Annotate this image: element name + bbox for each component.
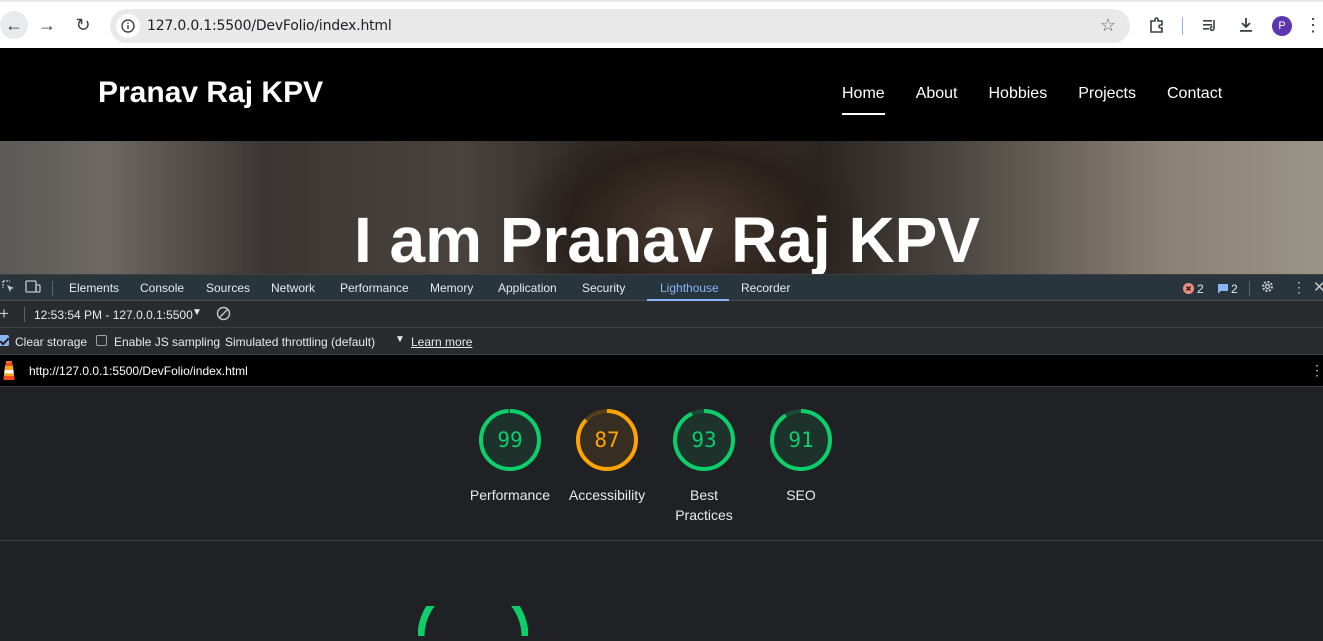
score-gauge-performance[interactable]: 99 Performance	[464, 407, 556, 505]
devtools-tab-bar: Elements Console Sources Network Perform…	[0, 274, 1323, 301]
nav-about[interactable]: About	[916, 85, 958, 109]
lighthouse-options-toolbar: Clear storage Enable JS sampling Simulat…	[0, 328, 1323, 355]
score-value: 93	[691, 428, 716, 452]
toolbar-divider	[24, 307, 25, 322]
score-label: Performance	[469, 487, 551, 503]
site-info-icon[interactable]	[116, 14, 140, 38]
new-report-plus-icon[interactable]: +	[0, 304, 9, 324]
issue-count[interactable]: 2	[1231, 282, 1238, 296]
devtools-menu-icon[interactable]: ⋮	[1292, 279, 1306, 296]
score-ring: 91	[770, 409, 832, 471]
download-icon[interactable]	[1232, 11, 1260, 39]
inspect-element-icon[interactable]	[2, 280, 15, 296]
throttling-dropdown-icon[interactable]: ▼	[395, 334, 405, 345]
lighthouse-score-summary: 99 Performance 87 Accessibility 93 Best Pract…	[0, 387, 1323, 541]
lighthouse-report-url-bar: http://127.0.0.1:5500/DevFolio/index.htm…	[0, 355, 1323, 387]
tab-application[interactable]: Application	[498, 281, 557, 295]
media-controls-icon[interactable]	[1196, 11, 1224, 39]
js-sampling-label[interactable]: Enable JS sampling	[114, 335, 220, 349]
devtools-panel: Elements Console Sources Network Perform…	[0, 274, 1323, 629]
error-count[interactable]: 2	[1197, 282, 1204, 296]
nav-home[interactable]: Home	[842, 85, 885, 115]
site-header: Pranav Raj KPV Home About Hobbies Projec…	[0, 48, 1323, 141]
site-nav: Home About Hobbies Projects Contact	[842, 85, 1253, 115]
reload-icon[interactable]: ↻	[69, 11, 97, 39]
score-value: 91	[788, 428, 813, 452]
address-bar[interactable]: 127.0.0.1:5500/DevFolio/index.html ☆	[110, 9, 1130, 43]
hero-title: I am Pranav Raj KPV	[353, 204, 981, 274]
tab-memory[interactable]: Memory	[430, 281, 473, 295]
back-icon[interactable]: ←	[0, 11, 28, 39]
score-ring: 93	[673, 409, 735, 471]
tab-performance[interactable]: Performance	[340, 281, 409, 295]
tab-divider	[52, 281, 53, 296]
report-url[interactable]: http://127.0.0.1:5500/DevFolio/index.htm…	[29, 364, 248, 378]
tab-network[interactable]: Network	[271, 281, 315, 295]
browser-menu-icon[interactable]: ⋮	[1303, 11, 1323, 39]
clear-reports-icon[interactable]	[216, 306, 231, 324]
score-gauge-best-practices[interactable]: 93 Best Practices	[658, 407, 750, 525]
clear-storage-label[interactable]: Clear storage	[15, 335, 87, 349]
browser-toolbar: ← → ↻ 127.0.0.1:5500/DevFolio/index.html…	[0, 0, 1323, 48]
profile-avatar[interactable]: P	[1272, 16, 1292, 36]
close-devtools-icon[interactable]: ✕	[1313, 278, 1323, 296]
report-dropdown-icon[interactable]: ▼	[192, 307, 202, 318]
tab-lighthouse[interactable]: Lighthouse	[660, 281, 719, 295]
performance-large-gauge	[417, 580, 529, 641]
score-label: SEO	[786, 487, 816, 503]
lighthouse-logo-icon	[0, 360, 18, 387]
tab-security[interactable]: Security	[582, 281, 625, 295]
forward-icon[interactable]: →	[33, 11, 61, 39]
extensions-icon[interactable]	[1143, 11, 1171, 39]
settings-gear-icon[interactable]	[1260, 279, 1275, 297]
tab-elements[interactable]: Elements	[69, 281, 119, 295]
tab-sources[interactable]: Sources	[206, 281, 250, 295]
score-value: 87	[594, 428, 619, 452]
tab-recorder[interactable]: Recorder	[741, 281, 790, 295]
report-menu-icon[interactable]: ⋮	[1310, 362, 1323, 379]
tab-console[interactable]: Console	[140, 281, 184, 295]
score-ring: 87	[576, 409, 638, 471]
site-brand[interactable]: Pranav Raj KPV	[98, 76, 323, 110]
score-gauge-seo[interactable]: 91 SEO	[755, 407, 847, 505]
throttling-label: Simulated throttling (default)	[225, 335, 376, 349]
lighthouse-report-toolbar: + 12:53:54 PM - 127.0.0.1:5500 ▼	[0, 301, 1323, 328]
bookmark-star-icon[interactable]: ☆	[1100, 15, 1116, 36]
device-toolbar-icon[interactable]	[25, 280, 41, 296]
toolbar-divider	[1182, 17, 1183, 35]
tab-divider-right	[1249, 281, 1250, 296]
score-gauge-accessibility[interactable]: 87 Accessibility	[561, 407, 653, 505]
error-icon[interactable]	[1183, 282, 1194, 297]
score-label: Best Practices	[675, 487, 733, 523]
address-bar-url[interactable]: 127.0.0.1:5500/DevFolio/index.html	[147, 18, 392, 34]
nav-hobbies[interactable]: Hobbies	[989, 85, 1048, 109]
learn-more-link[interactable]: Learn more	[411, 335, 472, 349]
score-label: Accessibility	[568, 487, 646, 503]
js-sampling-checkbox[interactable]	[96, 335, 107, 346]
clear-storage-checkbox[interactable]	[0, 335, 9, 346]
hero-section: I am Pranav Raj KPV	[0, 141, 1323, 274]
score-value: 99	[497, 428, 522, 452]
nav-contact[interactable]: Contact	[1167, 85, 1222, 109]
report-selector[interactable]: 12:53:54 PM - 127.0.0.1:5500	[34, 308, 193, 322]
score-ring: 99	[479, 409, 541, 471]
issues-icon[interactable]	[1217, 282, 1229, 297]
nav-projects[interactable]: Projects	[1078, 85, 1136, 109]
